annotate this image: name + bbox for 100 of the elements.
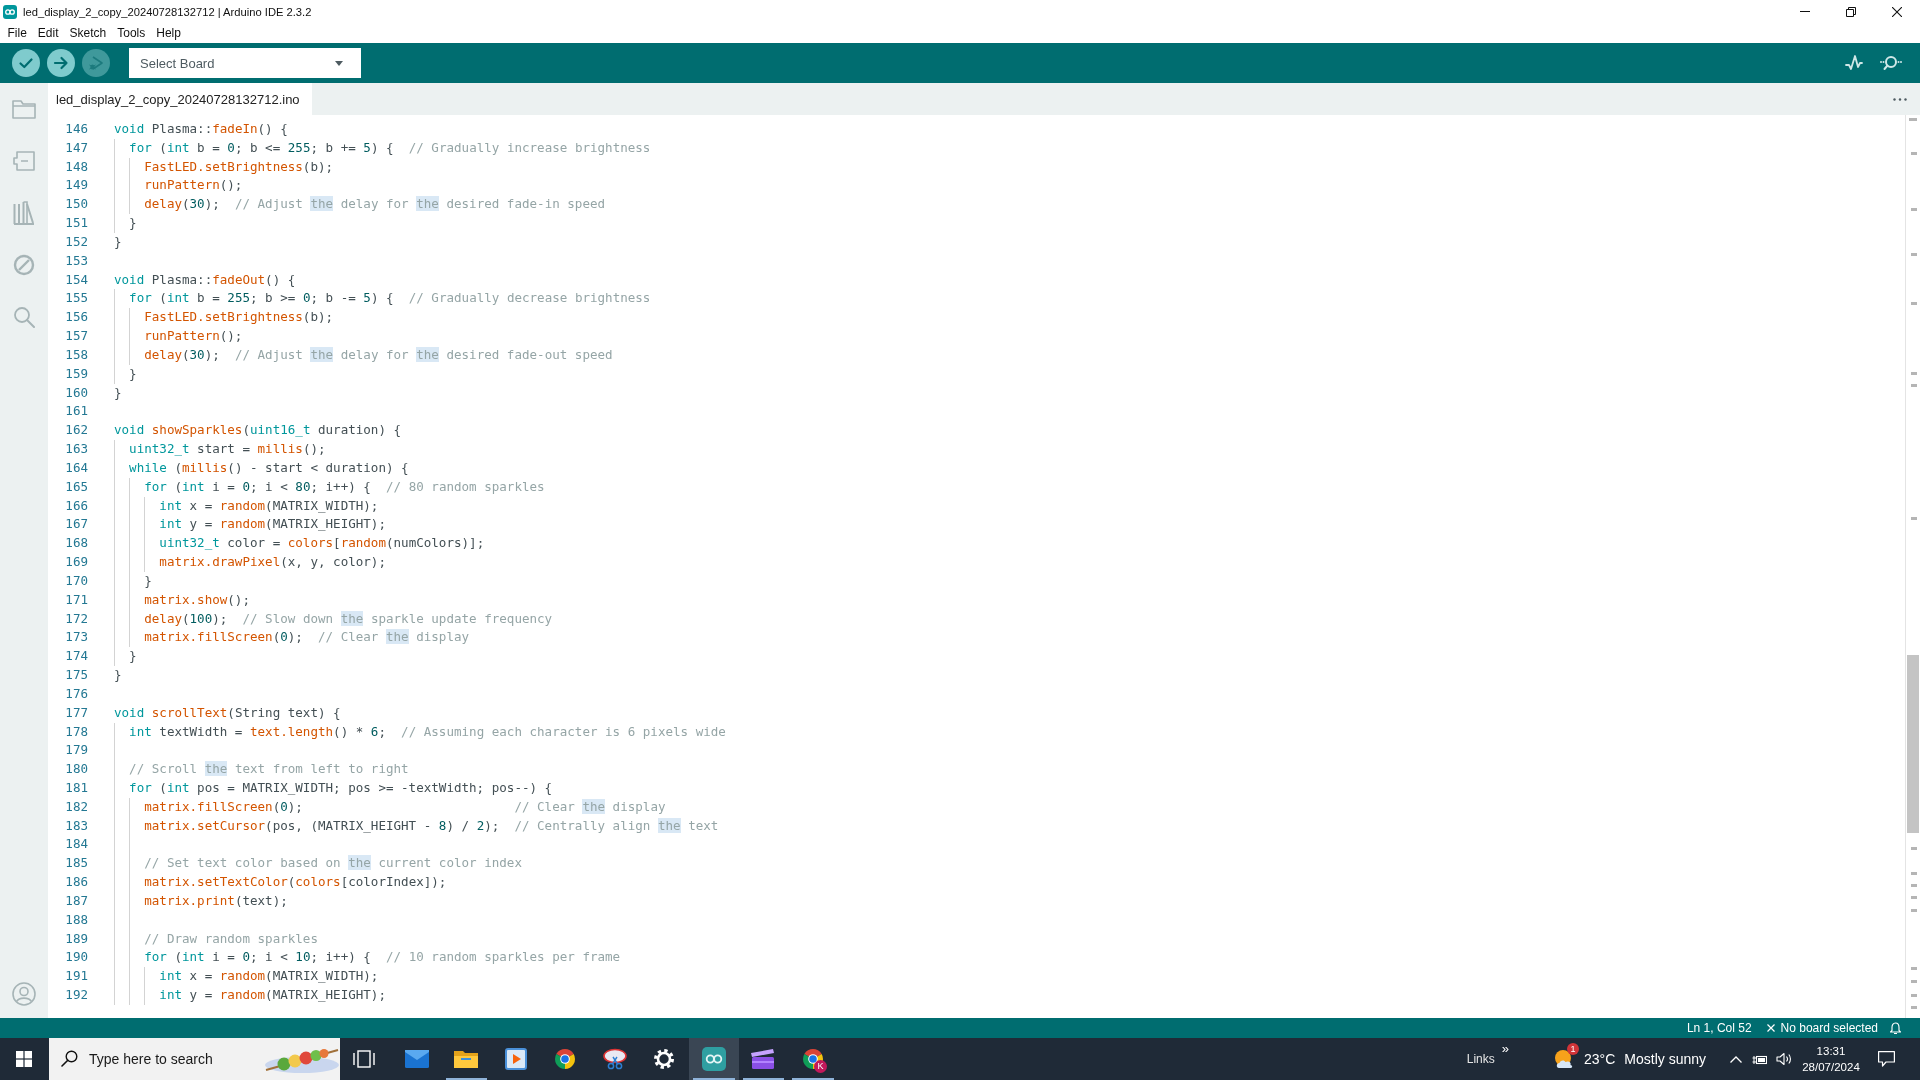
code-line: // Scroll the text from left to right <box>114 760 409 779</box>
line-number: 186 <box>65 874 88 890</box>
line-number: 189 <box>65 930 88 946</box>
code-line: } <box>114 647 137 666</box>
line-number: 156 <box>65 309 88 325</box>
line-number: 152 <box>65 233 88 249</box>
code-line: for (int b = 255; b >= 0; b -= 5) { // Gradually decrease brightness <box>114 289 651 309</box>
search-field[interactable]: Type here to search <box>49 1038 340 1080</box>
search-icon <box>13 306 35 328</box>
code-line: runPattern(); <box>114 176 243 196</box>
scrollbar-thumb[interactable] <box>1907 655 1919 833</box>
folder-icon <box>12 99 36 119</box>
line-number: 181 <box>65 780 88 795</box>
battery-icon[interactable] <box>1752 1053 1767 1065</box>
code-line: int textWidth = text.length() * 6; // Assuming each character is 6 pixels wide <box>114 722 726 742</box>
gear-icon <box>653 1048 676 1070</box>
links-toolbar-label: Links <box>1466 1052 1495 1066</box>
browser-icon <box>800 1047 825 1071</box>
line-number: 169 <box>65 554 88 570</box>
code-line: // Set text color based on the current color index <box>114 854 522 874</box>
line-number: 168 <box>65 535 88 551</box>
menu-item[interactable]: Edit <box>32 23 65 43</box>
line-number: 184 <box>65 836 88 852</box>
code-line: uint32_t color = colors[random(numColors)]; <box>114 534 485 554</box>
line-number: 177 <box>65 704 88 720</box>
line-number: 149 <box>65 177 88 193</box>
arrow-right-icon <box>53 55 69 71</box>
more-icon <box>1893 97 1907 101</box>
clock-date: 28/07/2024 <box>1802 1060 1860 1075</box>
bell-icon <box>1889 1021 1901 1035</box>
line-number: 160 <box>65 384 88 400</box>
notifications-icon[interactable] <box>1878 1051 1895 1067</box>
editor-tab[interactable]: led_display_2_copy_20240728132712.ino <box>48 83 312 115</box>
line-number: 185 <box>65 855 88 871</box>
line-number: 147 <box>65 139 88 155</box>
scissors-icon <box>601 1048 628 1070</box>
board-icon <box>12 150 36 172</box>
code-line: void Plasma::fadeIn() { <box>114 120 288 138</box>
code-line: int x = random(MATRIX_WIDTH); <box>114 496 379 516</box>
sun-cloud-icon <box>1553 1048 1575 1070</box>
code-line: int y = random(MATRIX_HEIGHT); <box>114 986 386 1005</box>
code-line: void scrollText(String text) { <box>114 703 341 722</box>
envelope-icon <box>404 1049 429 1069</box>
line-number: 171 <box>65 591 88 607</box>
clapperboard-icon <box>750 1048 777 1070</box>
code-line: matrix.show(); <box>114 590 250 610</box>
books-icon <box>13 201 35 225</box>
code-line: } <box>114 571 152 591</box>
line-number: 183 <box>65 817 88 833</box>
code-line: void Plasma::fadeOut() { <box>114 270 296 289</box>
links-expand-button[interactable]: » <box>1501 1042 1509 1056</box>
browser-profile-button[interactable]: K <box>788 1038 838 1080</box>
code-line: while (millis() - start < duration) { <box>114 458 409 478</box>
code-line: } <box>114 232 122 251</box>
ide-app-button[interactable] <box>689 1038 739 1080</box>
line-number: 164 <box>65 459 88 475</box>
menu-item[interactable]: Tools <box>111 23 151 43</box>
code-line: void showSparkles(uint16_t duration) { <box>114 421 402 440</box>
line-number: 162 <box>65 422 88 438</box>
line-number: 158 <box>65 346 88 362</box>
line-number: 163 <box>65 441 88 457</box>
line-number: 180 <box>65 761 88 777</box>
browser-icon <box>553 1047 578 1071</box>
code-line: matrix.fillScreen(0); // Clear the display <box>114 628 470 648</box>
clock-time: 13:31 <box>1816 1044 1846 1059</box>
code-line: delay(100); // Slow down the sparkle update frequency <box>114 609 553 629</box>
notification-badge: 1 <box>1567 1043 1579 1055</box>
line-number: 148 <box>65 158 88 174</box>
scrollbar-track[interactable] <box>1905 115 1920 1018</box>
minimize-icon <box>1800 11 1810 12</box>
code-line: matrix.setTextColor(colors[colorIndex]); <box>114 873 447 892</box>
menu-item[interactable]: Sketch <box>64 23 112 43</box>
line-number: 175 <box>65 667 88 682</box>
chevron-up-icon[interactable] <box>1730 1055 1742 1063</box>
menu-item[interactable]: Help <box>150 23 187 43</box>
start-logo-icon <box>16 1051 32 1067</box>
account-icon <box>12 982 36 1006</box>
line-number: 161 <box>65 403 88 419</box>
board-select[interactable]: Select Board <box>129 48 361 78</box>
speaker-icon[interactable] <box>1776 1052 1792 1066</box>
verify-button[interactable] <box>12 49 40 77</box>
board-status: No board selected <box>1780 1021 1878 1035</box>
menu-item[interactable]: File <box>2 23 33 43</box>
code-line: delay(30); // Adjust the delay for the desired fade-out speed <box>114 345 613 365</box>
close-icon <box>1892 6 1902 17</box>
search-icon <box>61 1050 78 1067</box>
notifications-button[interactable] <box>1888 1020 1902 1036</box>
line-number: 191 <box>65 968 88 984</box>
caret-icon <box>335 60 343 66</box>
app-logo-icon <box>3 4 17 19</box>
line-number: 192 <box>65 987 88 1003</box>
line-number: 178 <box>65 723 88 739</box>
line-number: 172 <box>65 610 88 626</box>
code-line: int x = random(MATRIX_WIDTH); <box>114 967 379 987</box>
code-line: matrix.drawPixel(x, y, color); <box>114 553 386 572</box>
line-number: 179 <box>65 742 88 758</box>
cross-icon <box>1766 1024 1775 1032</box>
code-line: delay(30); // Adjust the delay for the desired fade-in speed <box>114 195 606 215</box>
upload-button[interactable] <box>47 49 75 77</box>
window-title: led_display_2_copy_20240728132712 | Arduino IDE 2.3.2 <box>23 5 312 18</box>
